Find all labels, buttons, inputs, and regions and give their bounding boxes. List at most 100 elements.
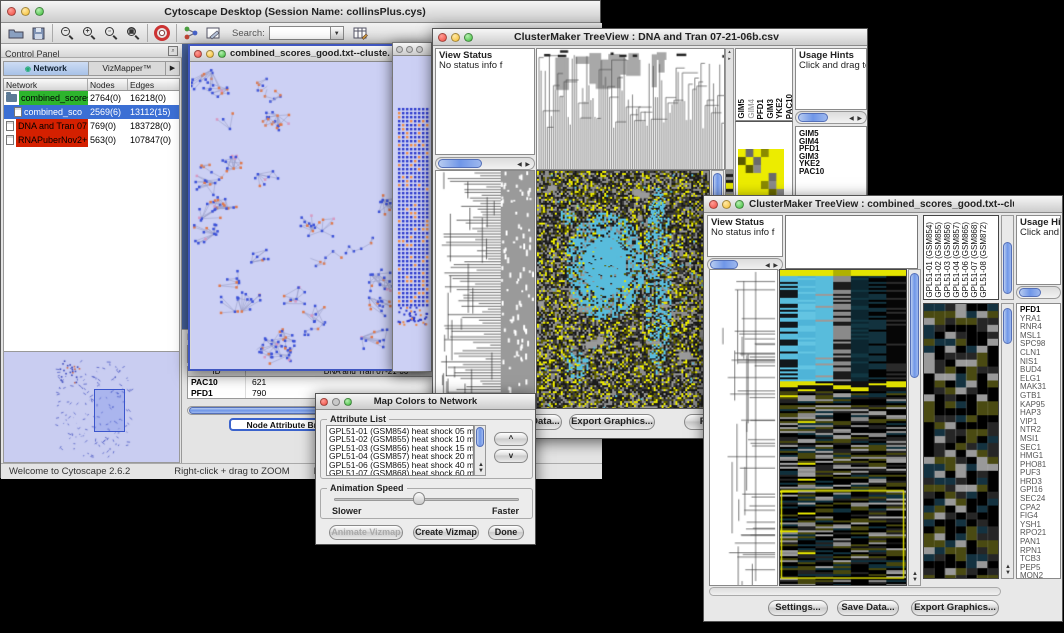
tv1-column-label[interactable]: PFD1 (757, 99, 765, 119)
minimize-icon[interactable] (21, 7, 30, 16)
tv1-heatmap[interactable] (536, 170, 710, 409)
birdseye-viewport-rect[interactable] (94, 389, 125, 432)
zoom-out-icon[interactable]: − (56, 23, 78, 43)
done-button[interactable]: Done (488, 525, 524, 540)
network-table-row[interactable]: DNA and Tran 07769(0)183728(0) (4, 119, 179, 133)
tab-vizmapper[interactable]: VizMapper™ (89, 62, 165, 75)
minimize-icon[interactable] (206, 50, 214, 58)
tv1-status-scroll-thumb[interactable] (438, 159, 482, 168)
tv1-export-graphics-button[interactable]: Export Graphics... (569, 414, 655, 430)
tv2-column-label[interactable]: GPL51-01 (GSM854) (926, 222, 934, 298)
tab-network[interactable]: ◉ Network (4, 62, 89, 75)
float-panel-icon[interactable]: ⌕ (168, 46, 178, 56)
zoom-window-icon[interactable] (735, 200, 744, 209)
slider-thumb[interactable] (413, 492, 425, 505)
zoom-selected-icon[interactable]: ▫ (100, 23, 122, 43)
tv1-usage-scrollbar[interactable]: ◀ ▶ (795, 111, 867, 124)
close-icon[interactable] (709, 200, 718, 209)
tv2-labels-vscroll[interactable] (1001, 215, 1014, 300)
animation-speed-slider[interactable] (334, 498, 519, 501)
tv2-column-label[interactable]: GPL51-06 (GSM865) (962, 222, 970, 298)
zoom-window-icon[interactable] (218, 50, 226, 58)
table-edit-icon[interactable] (350, 23, 372, 43)
scroll-left-right-icons[interactable]: ◀ ▶ (765, 262, 779, 269)
close-icon[interactable] (194, 50, 202, 58)
tv2-zoom-vscroll-thumb[interactable] (1003, 308, 1012, 344)
zoom-window-icon[interactable] (35, 7, 44, 16)
tv1-column-label[interactable]: GIM4 (748, 99, 756, 119)
scroll-up-down-icons[interactable]: ▲▼ (1005, 564, 1012, 576)
map-colors-titlebar[interactable]: Map Colors to Network (316, 394, 535, 410)
tv2-zoom-vscroll[interactable]: ▲▼ (1001, 303, 1014, 579)
create-vizmap-button[interactable]: Create Vizmap (413, 525, 479, 540)
tv1-status-scrollbar[interactable]: ◀ ▶ (435, 157, 535, 170)
zoom-window-icon[interactable] (416, 46, 423, 53)
zoom-in-icon[interactable]: + (78, 23, 100, 43)
tv1-column-dendrogram[interactable] (536, 48, 725, 170)
zoom-fit-icon[interactable]: ▣ (122, 23, 144, 43)
tv1-column-label[interactable]: GIM3 (767, 99, 775, 119)
tv2-column-label[interactable]: GPL51-08 (GSM872) (980, 222, 988, 298)
treeview1-titlebar[interactable]: ClusterMaker TreeView : DNA and Tran 07-… (433, 29, 867, 46)
background-network-canvas[interactable] (393, 56, 431, 371)
tv2-save-data-button[interactable]: Save Data... (837, 600, 899, 616)
tv2-export-graphics-button[interactable]: Export Graphics... (911, 600, 999, 616)
minimize-icon[interactable] (332, 398, 340, 406)
tv2-column-label[interactable]: GPL51-03 (GSM856) (944, 222, 952, 298)
tv2-column-label[interactable]: GPL51-07 (GSM868) (971, 222, 979, 298)
tv2-column-label[interactable]: GPL51-02 (GSM855) (935, 222, 943, 298)
scroll-up-down-icons[interactable]: ▲▼ (912, 571, 919, 583)
attribute-list-item[interactable]: GPL51-07 (GSM868) heat shock 60 min (329, 469, 473, 476)
close-icon[interactable] (320, 398, 328, 406)
search-input[interactable] (269, 26, 331, 40)
tv2-status-scroll-thumb[interactable] (710, 260, 738, 269)
tv2-bottom-scroll-area[interactable] (709, 587, 1001, 596)
move-down-button[interactable]: v (494, 449, 528, 463)
tab-overflow-icon[interactable]: ▶ (165, 62, 179, 75)
birdseye-view[interactable] (3, 351, 180, 463)
scroll-left-right-icons[interactable]: ◀ ▶ (849, 115, 863, 122)
animate-vizmap-button[interactable]: Animate Vizmap (329, 525, 403, 540)
tv2-row-dendrogram[interactable] (709, 269, 778, 586)
move-up-button[interactable]: ^ (494, 432, 528, 446)
minimize-icon[interactable] (722, 200, 731, 209)
background-window-titlebar[interactable] (393, 43, 431, 56)
tv1-mini-arrows[interactable]: ▴▸ (725, 48, 734, 170)
zoom-window-icon[interactable] (464, 33, 473, 42)
network-table-row[interactable]: RNAPuberNov2+563(0)107847(0) (4, 133, 179, 147)
scroll-up-down-icons[interactable]: ▲▼ (478, 462, 485, 474)
close-icon[interactable] (396, 46, 403, 53)
main-titlebar[interactable]: Cytoscape Desktop (Session Name: collins… (1, 1, 600, 23)
save-icon[interactable] (27, 23, 49, 43)
attribute-list-vscroll[interactable]: ▲▼ (474, 425, 486, 476)
tv2-column-label[interactable]: GPL51-04 (GSM857) (953, 222, 961, 298)
tv1-column-label[interactable]: GIM5 (738, 99, 746, 119)
tv2-gene-label[interactable]: MON2 (1020, 572, 1060, 579)
tv2-usage-scrollbar[interactable] (1016, 286, 1061, 299)
tv2-heatmap-vscroll[interactable]: ▲▼ (908, 269, 921, 586)
close-icon[interactable] (7, 7, 16, 16)
tv2-heatmap-vscroll-thumb[interactable] (910, 273, 919, 378)
tv1-selected-submatrix[interactable] (738, 149, 784, 197)
attribute-listbox[interactable]: GPL51-01 (GSM854) heat shock 05 minGPL51… (326, 425, 474, 476)
tv2-usage-scroll-thumb[interactable] (1019, 288, 1041, 297)
attribute-list-vscroll-thumb[interactable] (476, 427, 484, 447)
close-icon[interactable] (438, 33, 447, 42)
tv1-column-label[interactable]: YKE2 (776, 98, 784, 119)
annotation-icon[interactable] (202, 23, 224, 43)
zoom-window-icon[interactable] (344, 398, 352, 406)
tv2-heatmap[interactable] (779, 269, 907, 586)
tv1-row-dendrogram[interactable] (435, 170, 535, 409)
network-nodes-icon[interactable] (180, 23, 202, 43)
scroll-left-right-icons[interactable]: ◀ ▶ (517, 161, 531, 168)
tv1-row-label[interactable]: PAC10 (799, 168, 866, 176)
treeview2-titlebar[interactable]: ClusterMaker TreeView : combined_scores_… (704, 196, 1062, 213)
search-dropdown-icon[interactable]: ▼ (331, 26, 344, 40)
network-table-row[interactable]: combined_scores2764(0)16218(0) (4, 91, 179, 105)
network-table-row[interactable]: combined_sco2569(6)13112(15) (4, 105, 179, 119)
minimize-icon[interactable] (451, 33, 460, 42)
tv2-settings-button[interactable]: Settings... (768, 600, 828, 616)
tv2-labels-vscroll-thumb[interactable] (1003, 242, 1012, 294)
minimize-icon[interactable] (406, 46, 413, 53)
open-file-icon[interactable] (5, 23, 27, 43)
